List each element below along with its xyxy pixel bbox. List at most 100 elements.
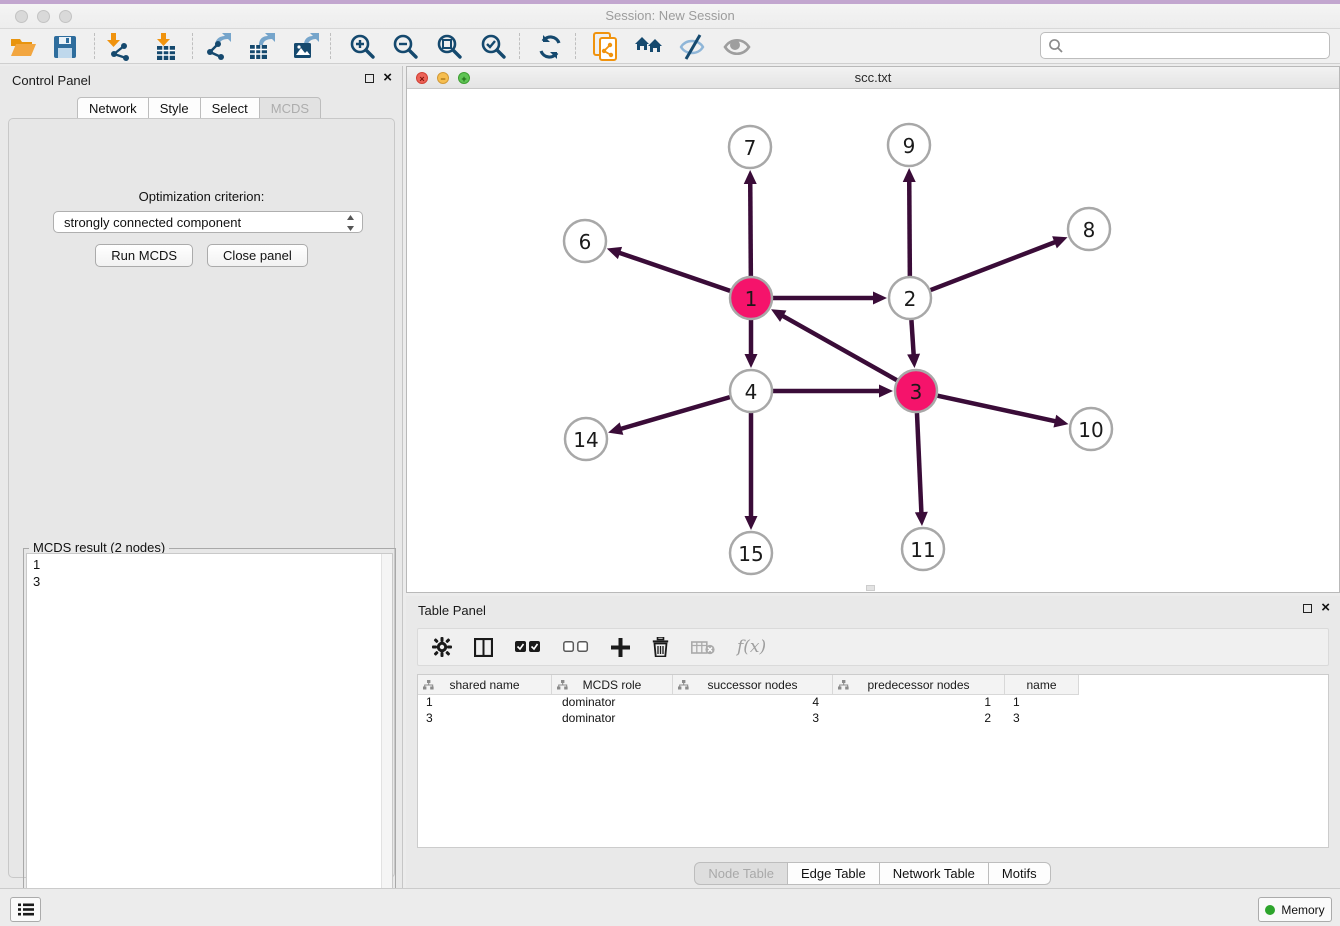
save-session-button[interactable] (47, 31, 83, 62)
close-panel-icon[interactable]: × (383, 73, 392, 83)
search-field[interactable] (1040, 32, 1330, 59)
network-document-icon (593, 32, 619, 62)
memory-status-dot (1265, 905, 1275, 915)
import-network-icon (107, 33, 133, 61)
table-panel: Table Panel × f(x) shared name MCDS role… (406, 596, 1340, 888)
toolbar-separator (575, 33, 576, 59)
column-header-mcds-role[interactable]: MCDS role (552, 675, 673, 695)
graph-edge-arrowhead (744, 170, 757, 184)
column-header-successor-nodes[interactable]: successor nodes (673, 675, 833, 695)
float-panel-icon[interactable] (365, 74, 374, 83)
table-row[interactable]: 3 dominator 3 2 3 (418, 711, 1328, 727)
graph-edge[interactable] (917, 413, 921, 514)
graph-edge[interactable] (620, 397, 730, 429)
export-network-icon (205, 33, 233, 61)
graph-edge-arrowhead (907, 354, 920, 368)
graph-edge-arrowhead (608, 422, 623, 434)
zoom-out-button[interactable] (388, 31, 424, 62)
tab-style[interactable]: Style (148, 97, 201, 120)
column-header-shared-name[interactable]: shared name (418, 675, 552, 695)
mcds-result-group: MCDS result (2 nodes) 1 3 (23, 548, 396, 922)
mcds-result-line: 3 (33, 573, 386, 590)
show-all-networks-button[interactable] (631, 31, 667, 62)
close-panel-button[interactable]: Close panel (207, 244, 308, 267)
network-window-titlebar[interactable]: × − + scc.txt (407, 67, 1339, 89)
zoom-in-button[interactable] (345, 31, 381, 62)
refresh-button[interactable] (532, 31, 568, 62)
refresh-icon (537, 34, 563, 60)
save-icon (54, 36, 76, 58)
tab-motifs[interactable]: Motifs (988, 862, 1051, 885)
close-panel-icon[interactable]: × (1321, 603, 1330, 613)
graph-edge-arrowhead (879, 385, 893, 398)
graph-edge[interactable] (618, 252, 730, 290)
float-panel-icon[interactable] (1303, 604, 1312, 613)
column-header-name[interactable]: name (1005, 675, 1079, 695)
toolbar-separator (94, 33, 95, 59)
tab-network[interactable]: Network (77, 97, 149, 120)
delete-column-button[interactable] (652, 637, 669, 657)
tab-network-table[interactable]: Network Table (879, 862, 989, 885)
tab-select[interactable]: Select (200, 97, 260, 120)
app-titlebar: Session: New Session (0, 4, 1340, 29)
search-input[interactable] (1064, 38, 1329, 53)
table-toolbar: f(x) (417, 628, 1329, 666)
graph-edge[interactable] (781, 315, 896, 380)
optimization-criterion-select[interactable]: strongly connected component (53, 211, 363, 233)
graph-edge-arrowhead (915, 512, 928, 526)
export-table-button[interactable] (244, 31, 280, 62)
chevron-updown-icon (346, 214, 355, 232)
show-column-panel-button[interactable] (474, 638, 493, 657)
memory-button[interactable]: Memory (1258, 897, 1332, 922)
mcds-result-list[interactable]: 1 3 (26, 553, 393, 919)
graph-edge[interactable] (911, 320, 913, 356)
table-header-row: shared name MCDS role successor nodes pr… (418, 675, 1328, 695)
graph-node-label: 6 (579, 230, 592, 254)
graph-node-label: 14 (573, 428, 598, 452)
list-icon (18, 903, 34, 916)
open-folder-icon (10, 36, 37, 57)
graph-edge[interactable] (931, 242, 1057, 290)
create-column-button[interactable] (611, 638, 630, 657)
unselect-all-columns-button[interactable] (563, 641, 589, 653)
app-title: Session: New Session (0, 8, 1340, 23)
graph-edge[interactable] (909, 180, 910, 276)
houses-icon (634, 35, 664, 59)
run-mcds-button[interactable]: Run MCDS (95, 244, 193, 267)
canvas-resize-grip[interactable] (866, 585, 875, 591)
graph-node-label: 7 (744, 136, 757, 160)
table-row[interactable]: 1 dominator 4 1 1 (418, 695, 1328, 711)
graph-edge[interactable] (750, 182, 751, 276)
hide-graphics-details-button[interactable] (674, 31, 710, 62)
table-panel-title: Table Panel (418, 603, 486, 618)
export-image-button[interactable] (288, 31, 324, 62)
result-scrollbar[interactable] (381, 554, 392, 918)
tab-edge-table[interactable]: Edge Table (787, 862, 880, 885)
network-view-window: × − + scc.txt 1234678910111415 (406, 66, 1340, 593)
graph-node-label: 1 (745, 287, 758, 311)
graph-edge[interactable] (937, 396, 1056, 422)
column-header-predecessor-nodes[interactable]: predecessor nodes (833, 675, 1005, 695)
network-canvas[interactable]: 1234678910111415 (407, 89, 1339, 592)
zoom-selected-button[interactable] (476, 31, 512, 62)
zoom-fit-button[interactable] (432, 31, 468, 62)
tab-node-table[interactable]: Node Table (694, 862, 788, 885)
control-panel-title: Control Panel (12, 73, 91, 88)
export-image-icon (293, 33, 319, 61)
import-network-button[interactable] (102, 31, 138, 62)
table-settings-button[interactable] (432, 637, 452, 657)
task-history-button[interactable] (10, 897, 41, 922)
export-network-button[interactable] (201, 31, 237, 62)
node-table[interactable]: shared name MCDS role successor nodes pr… (417, 674, 1329, 848)
import-table-button[interactable] (148, 31, 184, 62)
graph-node-label: 4 (745, 380, 758, 404)
graph-node-label: 11 (910, 538, 935, 562)
graph-node-label: 8 (1083, 218, 1096, 242)
select-all-columns-button[interactable] (515, 641, 541, 653)
new-network-from-file-button[interactable] (588, 31, 624, 62)
tab-mcds[interactable]: MCDS (259, 97, 321, 120)
birdseye-view-button[interactable] (719, 31, 755, 62)
tree-hierarchy-icon (557, 680, 568, 690)
open-session-button[interactable] (5, 31, 41, 62)
graph-node-label: 2 (904, 287, 917, 311)
